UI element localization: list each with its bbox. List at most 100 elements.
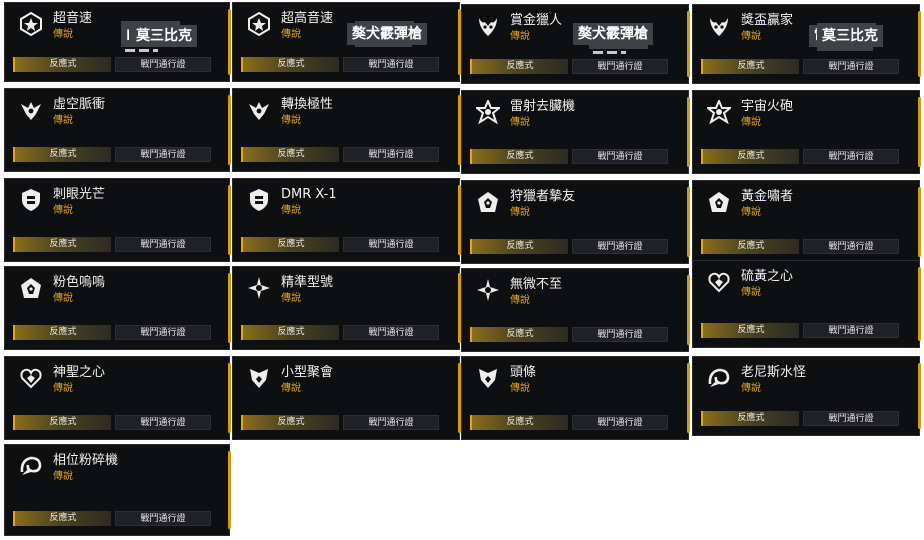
beast-emblem-icon xyxy=(19,276,43,300)
skin-name: 相位粉碎機 xyxy=(53,453,119,468)
skin-card: 精準型號 傳說 小幫手 反應式 戰鬥通行證 xyxy=(232,25,461,350)
reactive-button[interactable]: 反應式 xyxy=(241,147,339,162)
reactive-button[interactable]: 反應式 xyxy=(241,237,339,252)
weapon-name: 獒犬霰彈槍 xyxy=(578,26,648,42)
skin-name: 賞金獵人 xyxy=(510,13,563,28)
weapon-tag: 獒犬霰彈槍 xyxy=(573,23,653,45)
skin-card: 神聖之心 傳說 EVA-8 反應式 戰鬥通行證 xyxy=(4,25,231,440)
skin-card: 黃金嘯者 傳說 P2020 反應式 戰鬥通行證 xyxy=(692,23,921,264)
rarity-label: 傳說 xyxy=(510,117,530,128)
reactive-button[interactable]: 反應式 xyxy=(701,149,799,164)
crest-emblem-icon xyxy=(476,366,500,390)
skin-name: 頭條 xyxy=(510,365,537,380)
skin-name: 硫黃之心 xyxy=(741,269,794,284)
tier-stripes xyxy=(593,51,627,54)
rarity-label: 傳說 xyxy=(510,31,530,42)
reactive-button[interactable]: 反應式 xyxy=(470,59,568,74)
swirl-emblem-icon xyxy=(707,366,731,390)
skin-card: DMR X-1 傳說 長弓 反應式 戰鬥通行證 xyxy=(232,25,461,262)
reactive-button[interactable]: 反應式 xyxy=(13,237,111,252)
reactive-button[interactable]: 反應式 xyxy=(241,415,339,430)
rarity-label: 傳說 xyxy=(510,383,530,394)
battlepass-button[interactable]: 戰鬥通行證 xyxy=(572,149,668,164)
horned-skull-emblem-icon xyxy=(707,14,731,38)
battlepass-button[interactable]: 戰鬥通行證 xyxy=(343,325,439,340)
hex-star-emblem-icon xyxy=(19,12,43,36)
spiked-emblem-icon xyxy=(476,100,500,124)
skin-name: 轉換極性 xyxy=(281,97,334,112)
skin-name: 神聖之心 xyxy=(53,365,106,380)
reactive-button[interactable]: 反應式 xyxy=(470,415,568,430)
reactive-button[interactable]: 反應式 xyxy=(701,411,799,426)
battlepass-button[interactable]: 戰鬥通行證 xyxy=(115,325,211,340)
skin-card: 無微不至 傳說 小幫手 反應式 戰鬥通行證 xyxy=(461,25,690,352)
battlepass-button[interactable]: 戰鬥通行證 xyxy=(343,57,439,72)
skin-card: 小型聚會 傳說 獒犬霰彈槍 反應式 戰鬥通行證 xyxy=(232,23,461,440)
star-emblem-icon xyxy=(247,276,271,300)
battlepass-button[interactable]: 戰鬥通行證 xyxy=(803,149,899,164)
weapon-tag: 莫三比克 xyxy=(817,25,883,47)
reactive-button[interactable]: 反應式 xyxy=(470,149,568,164)
battlepass-button[interactable]: 戰鬥通行證 xyxy=(115,415,211,430)
reactive-button[interactable]: 反應式 xyxy=(13,147,111,162)
reactive-button[interactable]: 反應式 xyxy=(13,511,111,526)
reactive-button[interactable]: 反應式 xyxy=(470,327,568,342)
tier-stripes xyxy=(125,49,159,52)
reactive-button[interactable]: 反應式 xyxy=(13,415,111,430)
skin-name: 粉色嗚嗚 xyxy=(53,275,106,290)
rarity-label: 傳說 xyxy=(741,117,761,128)
rarity-label: 傳說 xyxy=(53,293,73,304)
skin-name: 超音速 xyxy=(53,11,93,26)
reactive-button[interactable]: 反應式 xyxy=(13,325,111,340)
battlepass-button[interactable]: 戰鬥通行證 xyxy=(803,239,899,254)
battlepass-button[interactable]: 戰鬥通行證 xyxy=(115,147,211,162)
reactive-button[interactable]: 反應式 xyxy=(701,239,799,254)
beast-emblem-icon xyxy=(707,190,731,214)
heart-emblem-icon xyxy=(707,270,731,294)
skin-name: 超高音速 xyxy=(281,11,334,26)
skin-card: 獎盃贏家 傳說 三重擊 反應式 戰鬥通行證 xyxy=(692,4,921,84)
battlepass-button[interactable]: 戰鬥通行證 xyxy=(115,511,211,526)
winged-emblem-icon xyxy=(247,98,271,122)
skin-card: 相位粉碎機 傳說 莫三比克 反應式 戰鬥通行證 xyxy=(4,25,231,536)
battlepass-button[interactable]: 戰鬥通行證 xyxy=(803,323,899,338)
weapon-name: 莫三比克 xyxy=(136,28,192,44)
battlepass-button[interactable]: 戰鬥通行證 xyxy=(343,237,439,252)
skin-name: 狩獵者摯友 xyxy=(510,189,576,204)
skin-name: 老尼斯水怪 xyxy=(741,365,807,380)
battlepass-button[interactable]: 戰鬥通行證 xyxy=(115,57,211,72)
battlepass-button[interactable]: 戰鬥通行證 xyxy=(343,147,439,162)
rarity-label: 傳說 xyxy=(510,207,530,218)
reactive-button[interactable]: 反應式 xyxy=(470,239,568,254)
battlepass-button[interactable]: 戰鬥通行證 xyxy=(572,59,668,74)
spiked-emblem-icon xyxy=(707,100,731,124)
skin-card: 雷射去臟機 傳說 電能步槍 反應式 戰鬥通行證 xyxy=(461,23,690,174)
rarity-label: 傳說 xyxy=(281,115,301,126)
reactive-button[interactable]: 反應式 xyxy=(241,325,339,340)
skin-name: 刺眼光芒 xyxy=(53,187,106,202)
horned-skull-emblem-icon xyxy=(476,14,500,38)
battlepass-button[interactable]: 戰鬥通行證 xyxy=(343,415,439,430)
reactive-button[interactable]: 反應式 xyxy=(701,59,799,74)
reactive-button[interactable]: 反應式 xyxy=(701,323,799,338)
rarity-label: 傳說 xyxy=(281,383,301,394)
swirl-emblem-icon xyxy=(19,454,43,478)
skin-name: 獎盃贏家 xyxy=(741,13,794,28)
crest-emblem-icon xyxy=(247,366,271,390)
battlepass-button[interactable]: 戰鬥通行證 xyxy=(572,415,668,430)
battlepass-button[interactable]: 戰鬥通行證 xyxy=(115,237,211,252)
battlepass-button[interactable]: 戰鬥通行證 xyxy=(803,411,899,426)
rarity-label: 傳說 xyxy=(741,31,761,42)
battlepass-button[interactable]: 戰鬥通行證 xyxy=(572,239,668,254)
skin-name: 雷射去臟機 xyxy=(510,99,576,114)
battlepass-button[interactable]: 戰鬥通行證 xyxy=(803,59,899,74)
skin-card: 硫黃之心 傳說 EVA-8 反應式 戰鬥通行證 xyxy=(692,29,921,348)
winged-emblem-icon xyxy=(19,98,43,122)
weapon-name: 獒犬霰彈槍 xyxy=(352,26,422,42)
reactive-button[interactable]: 反應式 xyxy=(241,57,339,72)
skin-name: 宇宙火砲 xyxy=(741,99,794,114)
battlepass-button[interactable]: 戰鬥通行證 xyxy=(572,327,668,342)
hex-star-emblem-icon xyxy=(247,12,271,36)
reactive-button[interactable]: 反應式 xyxy=(13,57,111,72)
shield-emblem-icon xyxy=(247,188,271,212)
